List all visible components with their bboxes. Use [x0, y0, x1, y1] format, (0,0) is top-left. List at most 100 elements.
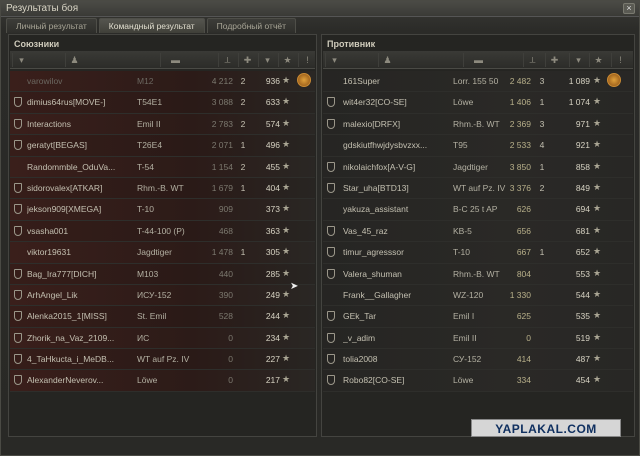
table-row[interactable]: Star_uha[BTD13] WT auf Pz. IV 3 376 2 849 ★ [323, 177, 633, 200]
table-row[interactable]: Randommble_OduVa... T-54 1 154 2 455 ★ [10, 156, 315, 178]
player-name[interactable]: 4_TaHkucta_i_MeDB... [27, 354, 137, 364]
tank-name: T26E4 [137, 140, 163, 151]
table-row[interactable]: malexio[DRFX] Rhm.-B. WT 2 369 3 971 ★ [323, 113, 633, 136]
tab-personal-result[interactable]: Личный результат [6, 18, 97, 33]
table-row[interactable]: wit4er32[CO-SE] Löwe 1 406 1 1 074 ★ [323, 92, 633, 114]
player-name[interactable]: Alenka2015_1[MISS] [27, 311, 137, 321]
table-row[interactable]: 4_TaHkucta_i_MeDB... WT auf Pz. IV 0 227 ★ [10, 349, 315, 371]
player-name[interactable]: Interactions [27, 119, 137, 129]
shield-icon [14, 225, 22, 236]
xp-value: 454 [575, 375, 590, 386]
clan-header-icon[interactable]: ▾ [325, 53, 343, 67]
kills-value: 3 [539, 76, 545, 86]
table-row[interactable]: Valera_shuman Rhm.-B. WT 804 553 ★ [323, 263, 633, 285]
player-name[interactable]: Randommble_OduVa... [27, 162, 137, 172]
player-name[interactable]: GEk_Tar [343, 311, 453, 321]
tab-detailed-report[interactable]: Подробный отчёт [206, 18, 296, 33]
player-name[interactable]: wit4er32[CO-SE] [343, 97, 453, 107]
player-name[interactable]: malexio[DRFX] [343, 119, 453, 129]
player-name[interactable]: Vas_45_raz [343, 226, 453, 236]
player-name[interactable]: yakuza_assistant [343, 204, 453, 214]
tank-name: T-10 [137, 204, 155, 215]
table-row[interactable]: sidorovalex[ATKAR] Rhm.-B. WT 1 679 1 404 ★ [10, 177, 315, 200]
star-icon: ★ [593, 75, 602, 85]
xp-header-icon[interactable]: ★ [589, 53, 607, 67]
player-name[interactable]: Robo82[CO-SE] [343, 375, 453, 385]
player-header-icon[interactable]: ♟ [65, 53, 83, 67]
table-row[interactable]: jekson909[XMEGA] T-10 909 373 ★ [10, 199, 315, 221]
table-row[interactable]: vsasha001 T-44-100 (P) 468 363 ★ [10, 220, 315, 243]
close-icon[interactable]: × [623, 3, 635, 14]
player-name[interactable]: _v_adim [343, 333, 453, 343]
medal-header-icon[interactable]: ! [611, 53, 629, 67]
player-name[interactable]: timur_agresssor [343, 247, 453, 257]
xp-value: 455 [265, 161, 280, 172]
player-name[interactable]: vsasha001 [27, 226, 137, 236]
tank-name: ИСУ-152 [137, 289, 172, 300]
kills-value: 2 [240, 76, 246, 86]
table-row[interactable]: gdskiutfhwjdysbvzxx... T95 2 533 4 921 ★ [323, 135, 633, 157]
allies-panel: Союзники ▾ ♟ ▬ ⟂ ✚ ▾ ★ ! varowilov M12 4 2… [8, 34, 317, 437]
player-name[interactable]: jekson909[XMEGA] [27, 204, 137, 214]
table-row[interactable]: tolia2008 СУ-152 414 487 ★ [323, 349, 633, 371]
player-name[interactable]: nikolaichfox[A-V-G] [343, 162, 453, 172]
table-row[interactable]: _v_adim Emil II 0 519 ★ [323, 327, 633, 350]
player-name[interactable]: Zhorik_na_Vaz_2109... [27, 333, 137, 343]
damage-value: 667 [516, 247, 531, 258]
kills-value: 1 [539, 161, 545, 172]
damage-header-icon[interactable]: ⟂ [218, 53, 236, 67]
player-name[interactable]: tolia2008 [343, 354, 453, 364]
player-name[interactable]: sidorovalex[ATKAR] [27, 183, 137, 193]
xp-value: 519 [575, 332, 590, 343]
table-row[interactable]: nikolaichfox[A-V-G] Jagdtiger 3 850 1 858 ★ [323, 156, 633, 178]
table-row[interactable]: Frank__Gallagher WZ-120 1 330 544 ★ [323, 284, 633, 307]
xp-sort-header-icon[interactable]: ▾ [569, 53, 587, 67]
player-name[interactable]: Frank__Gallagher [343, 290, 453, 300]
player-name[interactable]: 161Super [343, 76, 453, 86]
medal-icon[interactable] [297, 73, 311, 87]
damage-header-icon[interactable]: ⟂ [523, 53, 541, 67]
tank-name: WT auf Pz. IV [137, 354, 190, 365]
tank-name: Emil II [137, 118, 161, 129]
player-name[interactable]: dimius64rus[MOVE-] [27, 97, 137, 107]
xp-value: 574 [265, 118, 280, 129]
table-row[interactable]: Bag_Ira777[DICH] M103 440 285 ★ [10, 263, 315, 285]
table-row[interactable]: dimius64rus[MOVE-] T54E1 3 088 2 633 ★ [10, 92, 315, 114]
clan-header-icon[interactable]: ▾ [12, 53, 30, 67]
medal-icon[interactable] [607, 73, 621, 87]
player-name[interactable]: Star_uha[BTD13] [343, 183, 453, 193]
table-row[interactable]: Interactions Emil II 2 783 2 574 ★ [10, 113, 315, 136]
table-row[interactable]: ArhAngel_Lik ИСУ-152 390 249 ★ [10, 284, 315, 307]
player-name[interactable]: ArhAngel_Lik [27, 290, 137, 300]
kills-header-icon[interactable]: ✚ [238, 53, 256, 67]
table-row[interactable]: varowilov M12 4 212 2 936 ★ [10, 71, 315, 93]
table-row[interactable]: Vas_45_raz KB-5 656 681 ★ [323, 220, 633, 243]
table-row[interactable]: Robo82[CO-SE] Löwe 334 454 ★ [323, 370, 633, 392]
tank-header-icon[interactable]: ▬ [160, 53, 190, 67]
player-name[interactable]: viktor19631 [27, 247, 137, 257]
medal-header-icon[interactable]: ! [298, 53, 316, 67]
kills-header-icon[interactable]: ✚ [545, 53, 563, 67]
table-row[interactable]: yakuza_assistant B-C 25 t AP 626 694 ★ [323, 199, 633, 221]
table-row[interactable]: viktor19631 Jagdtiger 1 478 1 305 ★ [10, 242, 315, 264]
table-row[interactable]: geratyt[BEGAS] T26E4 2 071 1 496 ★ [10, 135, 315, 157]
player-header-icon[interactable]: ♟ [378, 53, 396, 67]
xp-header-icon[interactable]: ★ [278, 53, 296, 67]
player-name[interactable]: Valera_shuman [343, 269, 453, 279]
star-icon: ★ [593, 139, 602, 150]
tank-header-icon[interactable]: ▬ [463, 53, 493, 67]
shield-icon [327, 182, 335, 193]
table-row[interactable]: Alenka2015_1[MISS] St. Emil 528 244 ★ [10, 306, 315, 328]
player-name[interactable]: gdskiutfhwjdysbvzxx... [343, 140, 453, 150]
table-row[interactable]: AlexanderNeverov... Löwe 0 217 ★ [10, 370, 315, 392]
table-row[interactable]: 161Super Lorr. 155 50 2 482 3 1 089 ★ [323, 71, 633, 93]
tab-team-result[interactable]: Командный результат [98, 18, 205, 33]
table-row[interactable]: timur_agresssor T-10 667 1 652 ★ [323, 242, 633, 264]
player-name[interactable]: varowilov [27, 76, 137, 86]
player-name[interactable]: geratyt[BEGAS] [27, 140, 137, 150]
table-row[interactable]: Zhorik_na_Vaz_2109... ИС 0 234 ★ [10, 327, 315, 350]
table-row[interactable]: GEk_Tar Emil I 625 535 ★ [323, 306, 633, 328]
xp-sort-header-icon[interactable]: ▾ [258, 53, 276, 67]
player-name[interactable]: AlexanderNeverov... [27, 375, 137, 385]
player-name[interactable]: Bag_Ira777[DICH] [27, 269, 137, 279]
